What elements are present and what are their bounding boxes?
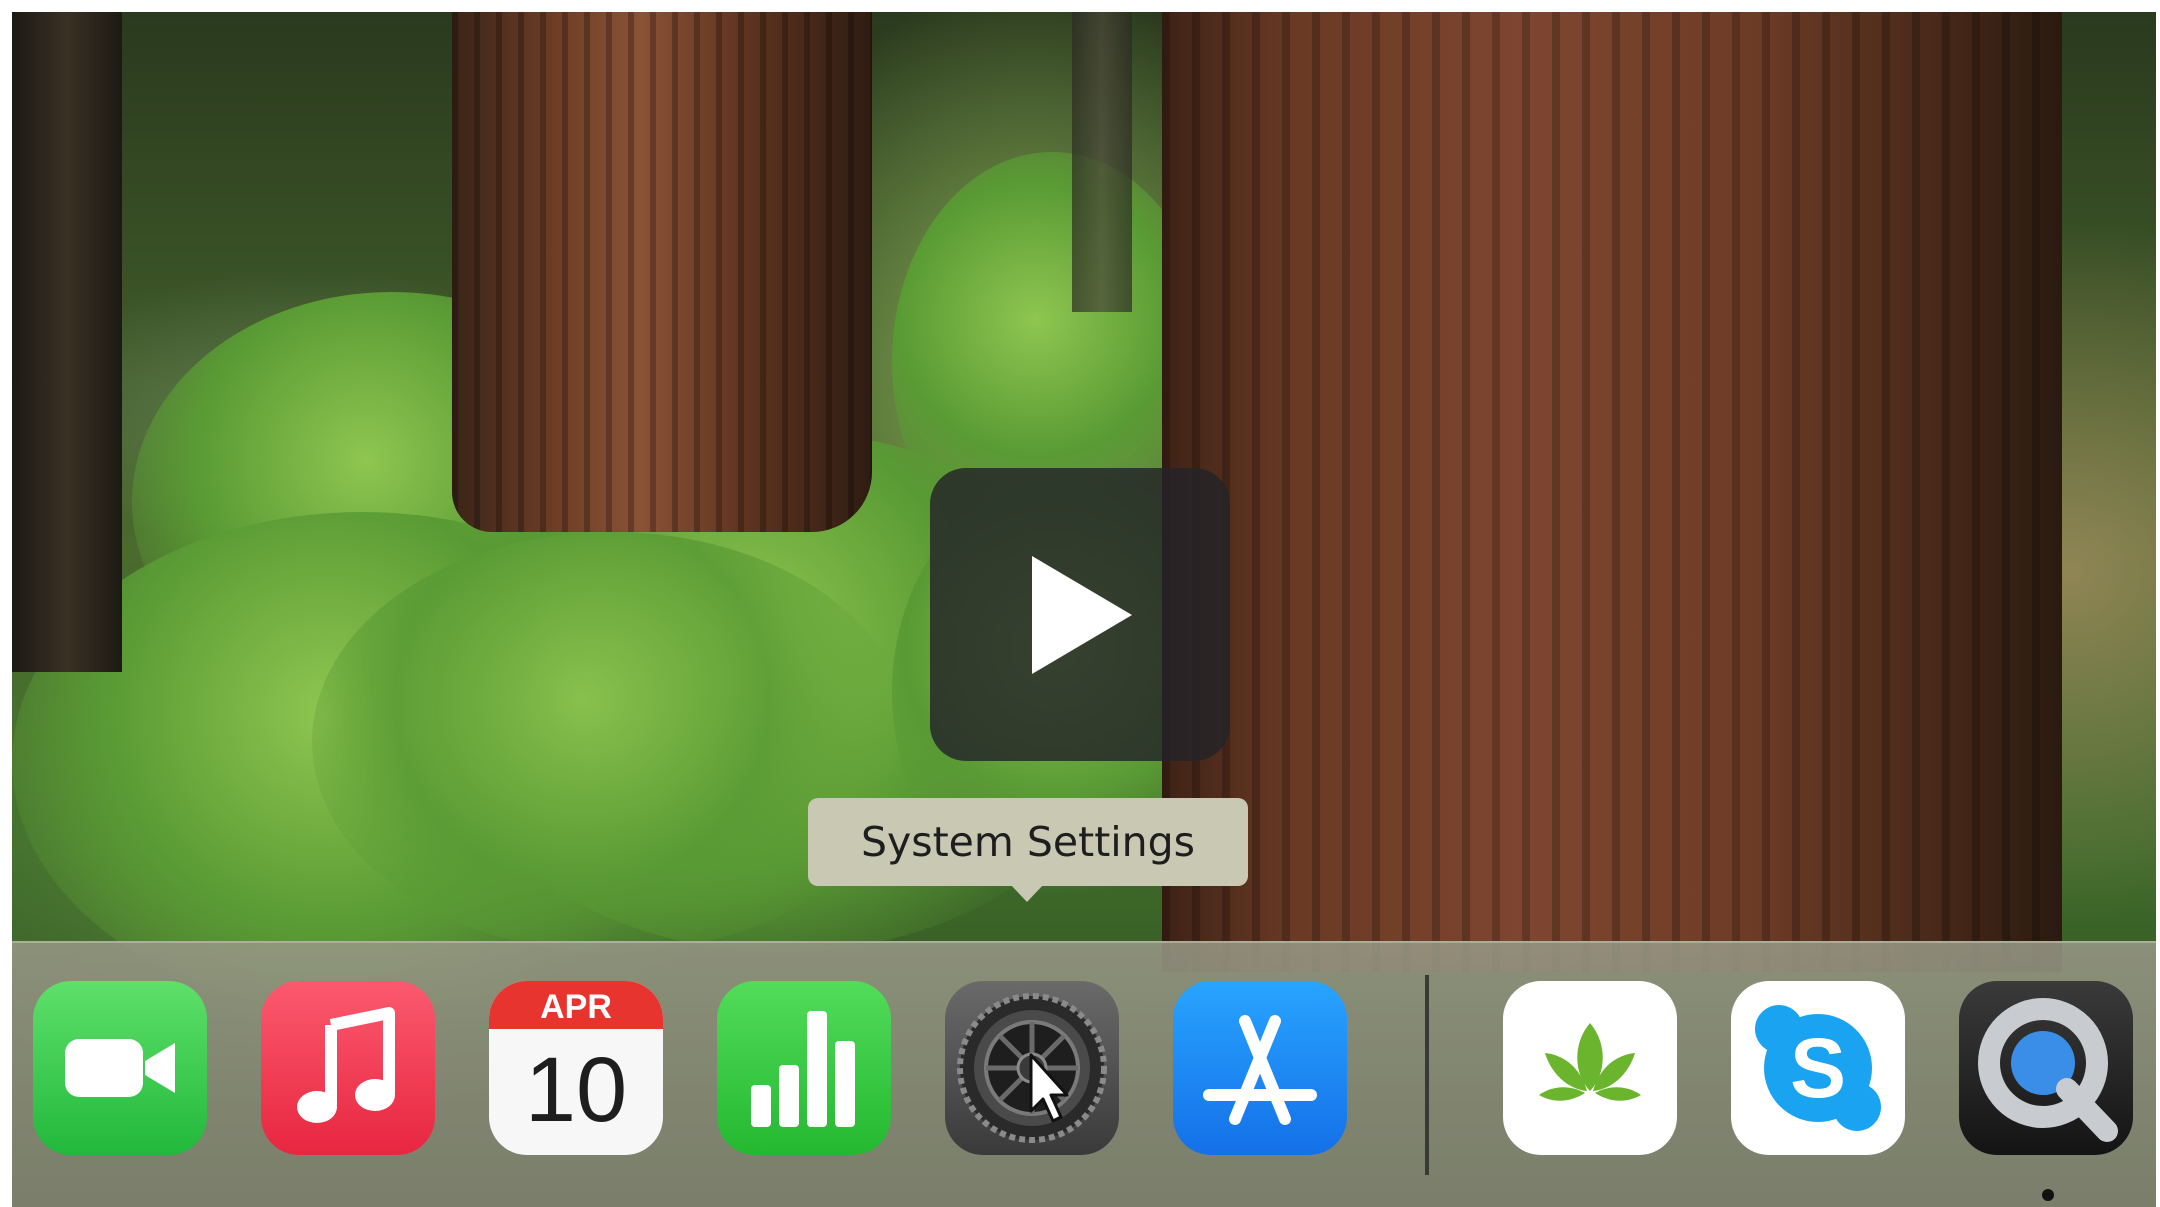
- leaf-icon: [1539, 1023, 1641, 1101]
- play-icon: [1032, 555, 1132, 674]
- numbers-icon: [751, 1011, 855, 1127]
- dock-app-quicktime[interactable]: [1959, 981, 2133, 1155]
- app-store-icon: [1203, 1015, 1317, 1125]
- dock-tooltip: System Settings: [808, 798, 1248, 886]
- dock: APR 10 S: [12, 941, 2156, 1207]
- dock-app-numbers[interactable]: [717, 981, 891, 1155]
- tooltip-label: System Settings: [860, 818, 1196, 866]
- dock-app-music[interactable]: [261, 981, 435, 1155]
- dock-app-app-store[interactable]: [1173, 981, 1347, 1155]
- tooltip-arrow: [1010, 884, 1044, 902]
- dock-divider: [1425, 975, 1429, 1175]
- skype-icon: S: [1755, 1005, 1881, 1131]
- dock-app-system-settings[interactable]: [945, 981, 1119, 1155]
- dock-app-skype[interactable]: S: [1731, 981, 1905, 1155]
- video-play-button[interactable]: [930, 468, 1230, 761]
- music-icon: [297, 1007, 395, 1123]
- calendar-month: APR: [489, 981, 663, 1029]
- dock-app-calendar[interactable]: APR 10: [489, 981, 663, 1155]
- mouse-pointer-icon: [1029, 1053, 1069, 1123]
- desktop-screen: System Settings APR 10 S: [0, 0, 2160, 1207]
- running-indicator: [2042, 1189, 2054, 1201]
- dock-app-facetime[interactable]: [33, 981, 207, 1155]
- svg-text:S: S: [1790, 1021, 1846, 1115]
- calendar-day: 10: [524, 1039, 628, 1141]
- dock-app-leaf[interactable]: [1503, 981, 1677, 1155]
- quicktime-icon: [1978, 998, 2118, 1142]
- facetime-icon: [65, 1039, 175, 1097]
